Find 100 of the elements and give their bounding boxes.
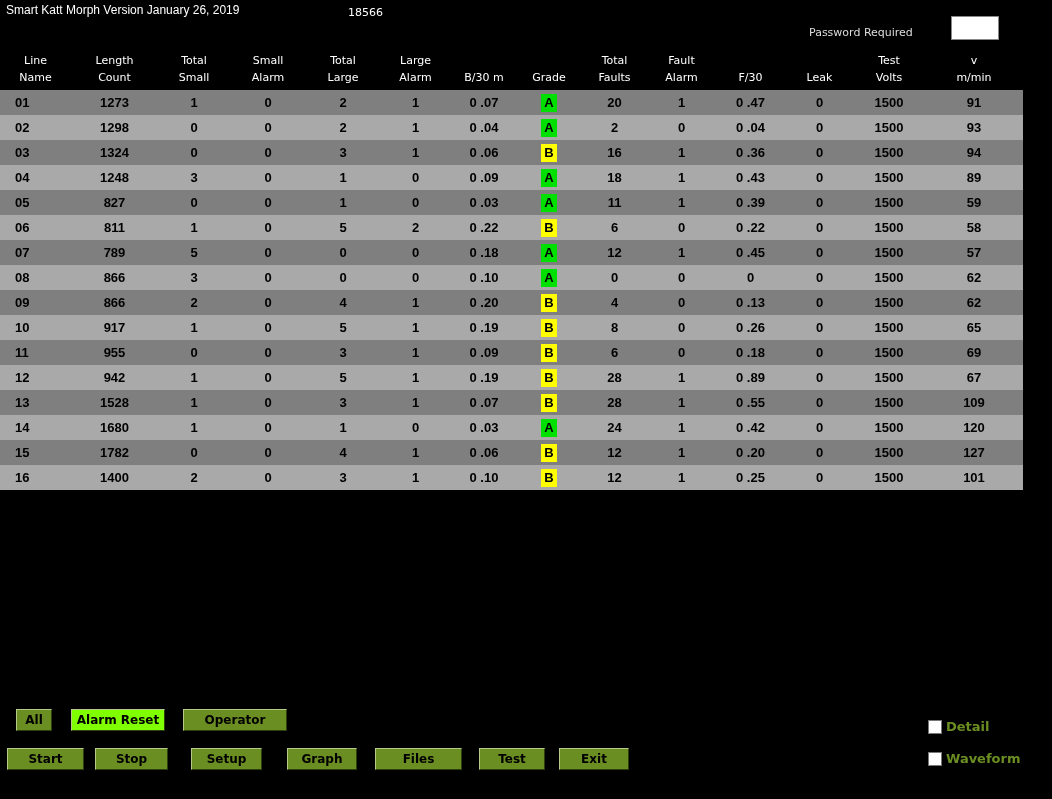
table-cell: 20 bbox=[607, 95, 622, 110]
table-cell: 4 bbox=[610, 295, 619, 310]
checkbox[interactable] bbox=[928, 719, 942, 734]
table-cell: 1 bbox=[411, 370, 420, 385]
action-button[interactable]: Stop bbox=[95, 748, 168, 770]
table-cell: 0 .18 bbox=[736, 345, 765, 360]
table-cell: 789 bbox=[103, 245, 126, 260]
table-cell: 65 bbox=[966, 320, 982, 335]
column-header: Grade bbox=[531, 70, 567, 86]
table-cell: 0 bbox=[677, 220, 686, 235]
table-cell: 1500 bbox=[874, 345, 904, 360]
table-cell: 07 bbox=[15, 245, 30, 260]
table-cell: 2 bbox=[190, 470, 198, 485]
table-cell: 0 bbox=[815, 170, 824, 185]
table-cell: 0 bbox=[264, 295, 272, 310]
grade-badge: A bbox=[541, 118, 557, 137]
table-cell: 0 bbox=[815, 370, 824, 385]
column-header: F/30 bbox=[737, 70, 764, 86]
table-cell: 0 .45 bbox=[736, 245, 765, 260]
table-cell: 127 bbox=[963, 445, 985, 460]
table-cell: 1 bbox=[190, 95, 198, 110]
table-cell: 0 .20 bbox=[736, 445, 765, 460]
grade-badge: B bbox=[541, 143, 557, 162]
table-cell: 59 bbox=[966, 195, 982, 210]
table-cell: 1500 bbox=[874, 120, 904, 135]
table-cell: 0 bbox=[264, 345, 272, 360]
table-cell: 1 bbox=[677, 170, 686, 185]
checkbox-label: Waveform bbox=[946, 751, 1021, 766]
action-button[interactable]: Test bbox=[479, 748, 545, 770]
table-cell: 0 bbox=[815, 395, 824, 410]
table-cell: 0 .19 bbox=[469, 370, 499, 385]
toolbar-button[interactable]: Alarm Reset bbox=[71, 709, 165, 731]
action-button[interactable]: Graph bbox=[287, 748, 357, 770]
table-cell: 10 bbox=[15, 320, 30, 335]
table-cell: 5 bbox=[339, 370, 347, 385]
table-cell: 5 bbox=[190, 245, 198, 260]
table-cell: 16 bbox=[15, 470, 30, 485]
table-cell: 1 bbox=[411, 145, 420, 160]
table-cell: 866 bbox=[103, 270, 126, 285]
grade-badge: B bbox=[541, 343, 557, 362]
table-cell: 0 bbox=[746, 270, 755, 285]
table-cell: 2 bbox=[339, 95, 347, 110]
table-cell: 0 bbox=[190, 445, 198, 460]
table-cell: 0 bbox=[815, 270, 824, 285]
table-cell: 3 bbox=[339, 470, 347, 485]
table-cell: 1500 bbox=[874, 195, 904, 210]
table-cell: 91 bbox=[966, 95, 982, 110]
table-cell: 1400 bbox=[100, 470, 129, 485]
table-cell: 0 .03 bbox=[469, 420, 499, 435]
toolbar-button[interactable]: All bbox=[16, 709, 52, 731]
action-button[interactable]: Setup bbox=[191, 748, 262, 770]
table-cell: 0 .22 bbox=[736, 220, 765, 235]
table-cell: 5 bbox=[339, 220, 347, 235]
password-field[interactable] bbox=[951, 16, 999, 40]
table-cell: 0 bbox=[815, 345, 824, 360]
column-header: Line Name bbox=[18, 53, 53, 86]
grade-badge: A bbox=[541, 418, 557, 437]
grade-badge: A bbox=[541, 243, 557, 262]
grade-badge: B bbox=[541, 218, 557, 237]
table-cell: 0 bbox=[190, 120, 198, 135]
table-cell: 57 bbox=[966, 245, 982, 260]
checkbox[interactable] bbox=[928, 751, 942, 766]
table-cell: 120 bbox=[963, 420, 985, 435]
table-cell: 1 bbox=[190, 370, 198, 385]
table-cell: 0 bbox=[264, 270, 272, 285]
table-cell: 0 .42 bbox=[736, 420, 765, 435]
table-cell: 1 bbox=[411, 295, 420, 310]
grade-badge: B bbox=[541, 368, 557, 387]
table-cell: 827 bbox=[103, 195, 126, 210]
table-cell: 0 .10 bbox=[469, 270, 499, 285]
table-cell: 0 bbox=[339, 245, 347, 260]
table-cell: 0 bbox=[264, 370, 272, 385]
table-cell: 0 bbox=[815, 445, 824, 460]
table-cell: 0 .09 bbox=[469, 345, 499, 360]
table-cell: 0 bbox=[190, 345, 198, 360]
table-cell: 2 bbox=[339, 120, 347, 135]
table-cell: 2 bbox=[610, 120, 619, 135]
action-button[interactable]: Start bbox=[7, 748, 84, 770]
table-cell: 14 bbox=[15, 420, 30, 435]
table-cell: 0 bbox=[264, 220, 272, 235]
table-cell: 05 bbox=[15, 195, 30, 210]
table-cell: 08 bbox=[15, 270, 30, 285]
table-cell: 0 .19 bbox=[469, 320, 499, 335]
table-cell: 0 .04 bbox=[469, 120, 499, 135]
grade-badge: A bbox=[541, 168, 557, 187]
password-label: Password Required bbox=[809, 26, 913, 39]
toolbar-button[interactable]: Operator bbox=[183, 709, 287, 731]
table-cell: 1 bbox=[677, 95, 686, 110]
action-button[interactable]: Exit bbox=[559, 748, 629, 770]
column-header: v m/min bbox=[955, 53, 993, 86]
action-button[interactable]: Files bbox=[375, 748, 462, 770]
table-cell: 1 bbox=[339, 170, 347, 185]
table-cell: 4 bbox=[339, 295, 347, 310]
table-cell: 0 .25 bbox=[736, 470, 765, 485]
table-cell: 1248 bbox=[100, 170, 129, 185]
table-cell: 1 bbox=[411, 470, 420, 485]
table-cell: 06 bbox=[15, 220, 30, 235]
table-cell: 09 bbox=[15, 295, 30, 310]
table-cell: 12 bbox=[607, 470, 622, 485]
table-cell: 1273 bbox=[100, 95, 129, 110]
